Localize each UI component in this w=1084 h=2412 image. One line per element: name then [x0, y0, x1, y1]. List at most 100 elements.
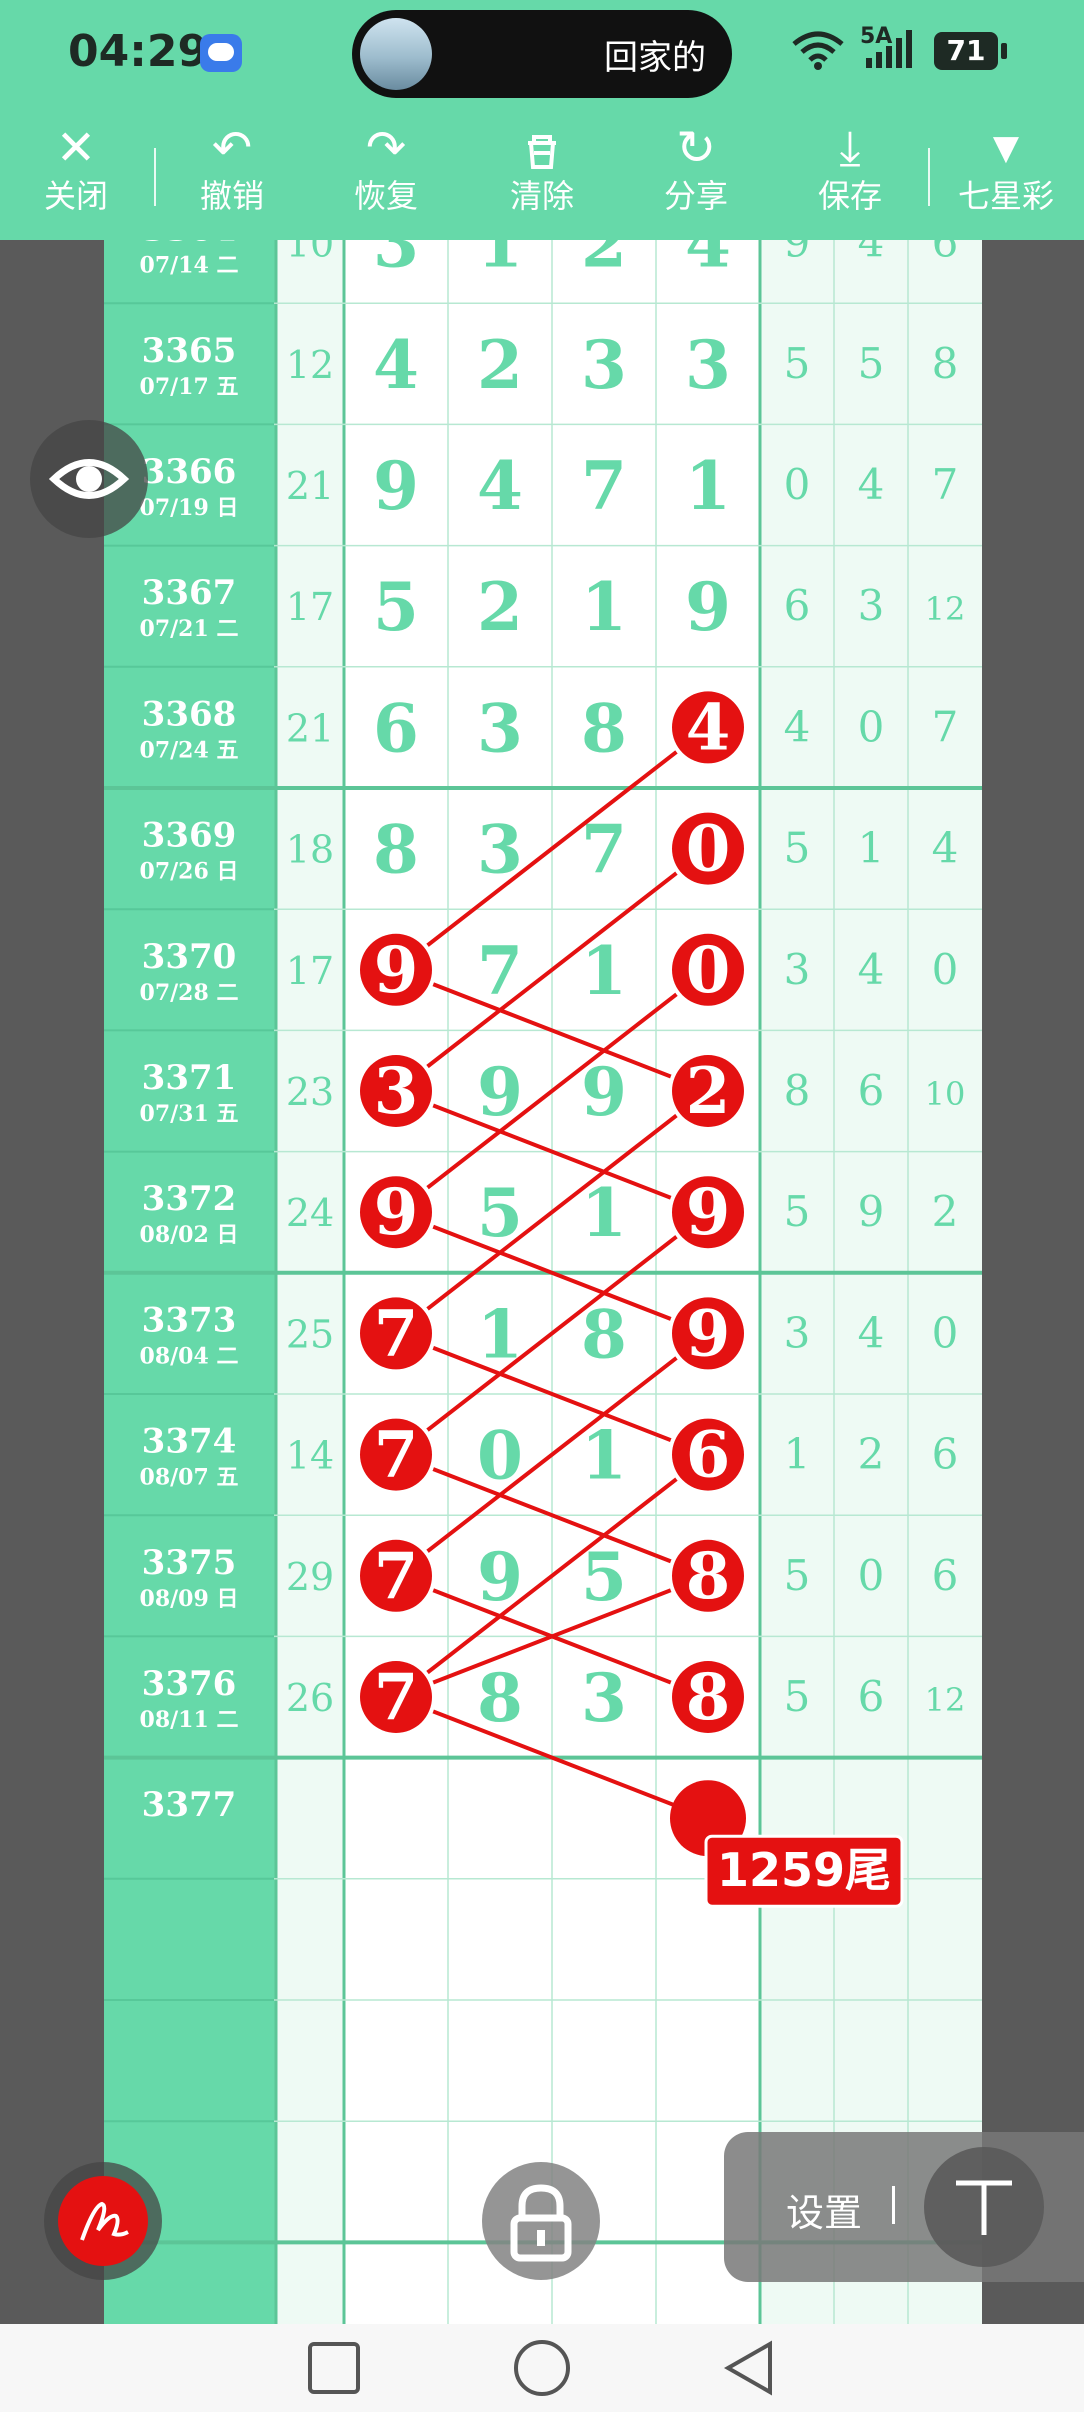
- save-label: 保存: [817, 177, 882, 215]
- close-icon: ✕: [55, 120, 97, 176]
- digit-cell: 1: [581, 568, 627, 646]
- issue-number: 3368: [142, 694, 237, 734]
- lock-button[interactable]: [482, 2162, 600, 2280]
- home-button[interactable]: [512, 2338, 572, 2398]
- marker-digit: 6: [686, 1418, 731, 1493]
- digit-cell: 7: [581, 447, 627, 525]
- marker-digit: 7: [374, 1296, 419, 1371]
- recent-apps-button[interactable]: [304, 2338, 364, 2398]
- extra-cell: 4: [858, 240, 885, 267]
- sum-value: 17: [286, 949, 334, 993]
- marker-digit: 9: [374, 933, 419, 1008]
- draw-button[interactable]: [44, 2162, 162, 2280]
- extra-cell: 5: [784, 824, 811, 873]
- undo-button[interactable]: ↶ 撤销: [172, 108, 292, 240]
- eye-icon: [48, 459, 130, 499]
- extra-cell: 4: [858, 1308, 885, 1357]
- album-art: [360, 18, 432, 90]
- issue-number: 3376: [142, 1664, 237, 1704]
- settings-divider: [892, 2186, 895, 2224]
- close-label: 关闭: [43, 177, 108, 215]
- digit-cell: 3: [685, 326, 731, 404]
- issue-number: 3375: [142, 1543, 237, 1583]
- extra-cell: 0: [932, 1308, 959, 1357]
- digit-cell: 3: [373, 240, 419, 283]
- extra-cell: 12: [925, 590, 966, 628]
- extra-cell: 5: [784, 1672, 811, 1721]
- trend-chart[interactable]: 336407/14 二103124946336507/17 五124233558…: [0, 240, 1084, 2324]
- extra-cell: 3: [858, 581, 885, 630]
- save-button[interactable]: ⤓ 保存: [790, 108, 910, 240]
- extra-cell: 6: [932, 240, 959, 267]
- dynamic-island[interactable]: 回家的: [352, 10, 732, 98]
- pin-button[interactable]: [924, 2147, 1044, 2267]
- extra-cell: 6: [784, 581, 811, 630]
- digit-cell: 9: [685, 568, 731, 646]
- redo-label: 恢复: [353, 177, 418, 215]
- back-button[interactable]: [720, 2338, 780, 2398]
- issue-number: 3372: [142, 1179, 237, 1219]
- sum-value: 23: [286, 1070, 334, 1114]
- marker-digit: 7: [374, 1660, 419, 1735]
- settings-button[interactable]: 设置: [786, 2182, 862, 2237]
- sum-value: 18: [286, 828, 334, 872]
- share-icon: ↻: [675, 120, 717, 176]
- prediction-label: 1259尾: [717, 1843, 891, 1897]
- toolbar: ✕ 关闭 ↶ 撤销 ↷ 恢复 清除 ↻ 分享 ⤓ 保存 ▼ 七星彩: [0, 108, 1084, 240]
- issue-date: 08/02 日: [140, 1222, 239, 1248]
- digit-cell: 1: [685, 447, 731, 525]
- extra-cell: 3: [784, 1308, 811, 1357]
- settings-panel: 设置: [724, 2132, 1084, 2282]
- lottery-type-selector[interactable]: ▼ 七星彩: [946, 108, 1066, 240]
- eye-toggle-button[interactable]: [30, 420, 148, 538]
- issue-date: 08/09 日: [140, 1586, 239, 1612]
- toolbar-divider: [154, 148, 156, 206]
- extra-cell: 8: [784, 1066, 811, 1115]
- status-time: 04:29: [68, 26, 209, 77]
- extra-cell: 6: [932, 1430, 959, 1479]
- digit-cell: 4: [373, 326, 419, 404]
- digit-cell: 3: [581, 1659, 627, 1737]
- digit-cell: 8: [373, 811, 419, 889]
- extra-cell: 2: [932, 1187, 959, 1236]
- chart-canvas[interactable]: 336407/14 二103124946336507/17 五124233558…: [0, 240, 1084, 2324]
- issue-date: 07/19 日: [140, 495, 239, 521]
- extra-cell: 3: [784, 945, 811, 994]
- sum-value: 26: [286, 1676, 334, 1720]
- sum-value: 10: [286, 240, 334, 266]
- share-button[interactable]: ↻ 分享: [636, 108, 756, 240]
- extra-cell: 2: [858, 1430, 885, 1479]
- triangle-back-icon: [723, 2340, 772, 2396]
- marker-digit: 3: [374, 1054, 419, 1129]
- extra-cell: 5: [784, 1187, 811, 1236]
- digit-cell: 3: [477, 689, 523, 767]
- extra-cell: 5: [784, 339, 811, 388]
- issue-number: 3369: [142, 816, 237, 856]
- circle-icon: [514, 2340, 570, 2396]
- extra-cell: 4: [858, 460, 885, 509]
- issue-number: 3374: [142, 1422, 237, 1462]
- marker-digit: 0: [686, 933, 731, 1008]
- issue-date: 07/17 五: [140, 374, 239, 400]
- issue-number: 3377: [142, 1785, 237, 1825]
- extra-cell: 12: [925, 1681, 966, 1719]
- extra-cell: 0: [858, 1551, 885, 1600]
- extra-cell: 5: [858, 339, 885, 388]
- redo-icon: ↷: [365, 120, 407, 176]
- digit-cell: 9: [373, 447, 419, 525]
- extra-cell: 1: [858, 824, 885, 873]
- redo-button[interactable]: ↷ 恢复: [326, 108, 446, 240]
- issue-number: 3373: [142, 1300, 237, 1340]
- sum-value: 29: [286, 1555, 334, 1599]
- extra-cell: 6: [932, 1551, 959, 1600]
- extra-cell: 8: [932, 339, 959, 388]
- wifi-icon: [790, 30, 846, 78]
- clear-button[interactable]: 清除: [482, 108, 602, 240]
- issue-date: 08/11 二: [140, 1707, 239, 1733]
- close-button[interactable]: ✕ 关闭: [16, 108, 136, 240]
- lock-icon: [510, 2184, 572, 2262]
- marker-digit: 9: [686, 1175, 731, 1250]
- digit-cell: 2: [477, 568, 523, 646]
- pin-icon: [956, 2180, 1012, 2235]
- extra-cell: 0: [932, 945, 959, 994]
